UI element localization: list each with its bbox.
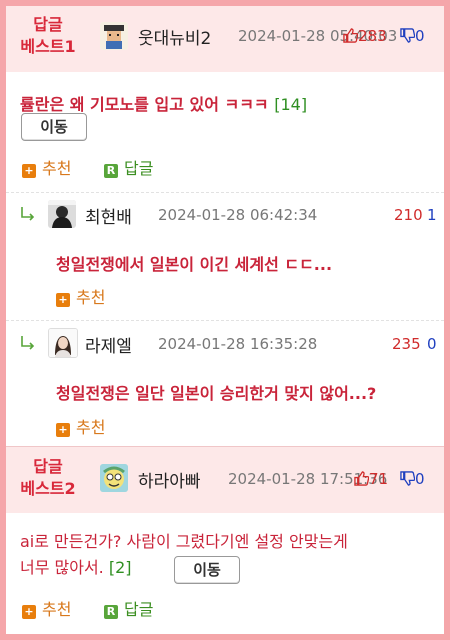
avatar[interactable] [48,200,76,228]
reply-upvote-count[interactable]: 210 [394,206,423,224]
avatar[interactable] [100,22,128,50]
thumbs-down-icon [400,471,416,490]
recommend-button[interactable]: + 추천 [22,601,71,619]
upvote-count[interactable]: 283 [343,27,387,47]
recommend-label: 추천 [42,600,72,619]
recommend-button[interactable]: + 추천 [22,160,71,178]
avatar[interactable] [48,328,78,358]
best-label-line2: 베스트2 [20,479,76,498]
thumbs-down-icon [400,28,416,47]
reply-arrow-icon [20,335,36,351]
reply-downvote-count[interactable]: 0 [427,335,437,353]
post-body-line1: ai로 만든건가? 사람이 그렸다기엔 설정 안맞는게 [20,532,348,551]
divider [6,192,444,193]
post-body-line2: 너무 많아서. [20,558,104,577]
best-label-line2: 베스트1 [20,37,76,56]
best-label-line1: 답글 [33,15,63,34]
divider [6,320,444,321]
recommend-plus-icon: + [22,605,36,619]
reply-arrow-icon [20,206,36,222]
upvote-value: 71 [369,470,389,488]
upvote-value: 283 [358,27,387,45]
recommend-label: 추천 [76,418,106,437]
thumbs-up-icon [343,28,359,47]
recommend-label: 추천 [42,159,72,178]
downvote-count[interactable]: 0 [400,470,425,490]
reply-downvote-count[interactable]: 1 [427,206,437,224]
recommend-button[interactable]: + 추천 [56,419,105,437]
best-label: 답글 베스트2 [16,456,80,500]
recommend-plus-icon: + [56,293,70,307]
reply-date: 2024-01-28 06:42:34 [158,206,318,224]
reply-r-icon: R [104,164,118,178]
reply-upvote-count[interactable]: 235 [392,335,421,353]
author-nickname[interactable]: 하라아빠 [138,467,201,492]
downvote-value: 0 [415,27,425,45]
best-label: 답글 베스트1 [16,14,80,58]
reply-text: 청일전쟁에서 일본이 이긴 세계선 ㄷㄷ... [56,255,333,274]
reply-label: 답글 [124,600,154,619]
recommend-plus-icon: + [22,164,36,178]
move-button[interactable]: 이동 [174,556,240,584]
reply-r-icon: R [104,605,118,619]
reply-text: 청일전쟁은 일단 일본이 승리한거 맞지 않어...? [56,384,377,403]
recommend-button[interactable]: + 추천 [56,289,105,307]
author-nickname[interactable]: 웃대뉴비2 [138,24,211,49]
thumbs-up-icon [354,471,370,490]
reply-date: 2024-01-28 16:35:28 [158,335,318,353]
downvote-count[interactable]: 0 [400,27,425,47]
comment-count: [14] [274,95,308,114]
reply-author-nickname[interactable]: 라제엘 [85,332,132,357]
post-title-text: 률란은 왜 기모노를 입고 있어 ㅋㅋㅋ [20,95,269,114]
comment-panel: 답글 베스트1 웃대뉴비2 2024-01-28 05:40:03 283 0 … [0,0,450,640]
upvote-count[interactable]: 71 [354,470,388,490]
move-button[interactable]: 이동 [21,113,87,141]
recommend-label: 추천 [76,288,106,307]
reply-author-nickname[interactable]: 최현배 [85,203,132,228]
downvote-value: 0 [415,470,425,488]
post-title[interactable]: 률란은 왜 기모노를 입고 있어 ㅋㅋㅋ [14] [20,91,307,115]
avatar[interactable] [100,464,128,492]
reply-button[interactable]: R 답글 [104,601,153,619]
reply-label: 답글 [124,159,154,178]
best-label-line1: 답글 [33,457,63,476]
recommend-plus-icon: + [56,423,70,437]
comment-count: [2] [108,558,132,577]
reply-button[interactable]: R 답글 [104,160,153,178]
